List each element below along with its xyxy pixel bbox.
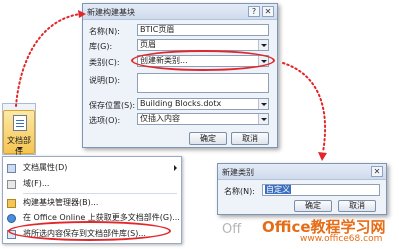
save-in-select-value: Building Blocks.dotx (140, 99, 222, 108)
name-label: 名称(N): (89, 27, 120, 36)
category-highlight (131, 50, 275, 71)
name-input[interactable]: BTIC页眉 (137, 24, 269, 36)
dialog-title: 新建构建基块 (87, 8, 135, 17)
new-building-block-dialog: 新建构建基块 ? ✕ 名称(N): BTIC页眉 库(G): 页眉 类别(C):… (82, 3, 278, 148)
chevron-down-icon[interactable] (258, 40, 268, 50)
chevron-down-icon (17, 147, 23, 150)
dialog-titlebar: 新建类别 ✕ (218, 164, 386, 180)
menu-item-field[interactable]: 域(F)... (3, 177, 181, 191)
close-button[interactable]: ✕ (262, 6, 274, 17)
site-url: www.office68.com (300, 234, 383, 244)
menu-separator (23, 193, 177, 194)
options-select[interactable]: 仅插入内容 (137, 113, 269, 125)
options-label: 选项(O): (89, 116, 121, 125)
quick-parts-button[interactable]: 文档部件 (3, 110, 35, 156)
menu-item-document-properties[interactable]: 文档属性(D) (3, 161, 181, 175)
category-label: 类别(C): (89, 58, 120, 67)
category-name-label: 名称(N): (224, 187, 255, 196)
document-properties-icon (7, 164, 16, 173)
field-icon (7, 180, 16, 189)
submenu-arrow-icon (174, 165, 177, 171)
save-in-select[interactable]: Building Blocks.dotx (137, 98, 269, 110)
gallery-select-value: 页眉 (140, 40, 156, 49)
chevron-down-icon[interactable] (258, 99, 268, 109)
arrow-menu-to-dialog (15, 13, 81, 107)
new-category-dialog: 新建类别 ✕ 名称(N): 自定义 确定 取消 (217, 163, 387, 215)
menu-item-label: 构建基块管理器(B)... (23, 198, 99, 207)
building-blocks-icon (7, 199, 16, 208)
ok-button[interactable]: 确定 (294, 200, 332, 212)
gallery-label: 库(G): (89, 42, 113, 51)
faint-watermark: Off (222, 222, 242, 237)
menu-item-label: 域(F)... (23, 179, 50, 188)
help-button[interactable]: ? (248, 6, 260, 17)
dialog-title: 新建类别 (222, 168, 254, 177)
cancel-button[interactable]: 取消 (338, 200, 376, 212)
category-name-value: 自定义 (265, 185, 291, 194)
menu-item-building-blocks-organizer[interactable]: 构建基块管理器(B)... (3, 196, 181, 210)
quick-parts-icon (13, 115, 27, 131)
quick-parts-label: 文档部件 (7, 136, 31, 156)
quick-parts-icon-lines (16, 120, 24, 121)
dialog-titlebar: 新建构建基块 ? ✕ (83, 4, 277, 20)
cancel-button[interactable]: 取消 (231, 132, 269, 145)
description-label: 说明(D): (89, 76, 121, 85)
office-online-icon (7, 214, 16, 223)
arrow-dialog-to-category (282, 62, 327, 153)
category-name-input[interactable]: 自定义 (262, 184, 380, 196)
save-in-label: 保存位置(S): (89, 101, 136, 110)
description-input[interactable] (137, 73, 269, 93)
options-select-value: 仅插入内容 (140, 114, 180, 123)
arrow-head-icon (318, 152, 327, 161)
menu-item-label: 文档属性(D) (23, 163, 68, 172)
ok-button[interactable]: 确定 (189, 132, 227, 145)
save-selection-highlight (8, 221, 171, 241)
chevron-down-icon[interactable] (258, 114, 268, 124)
name-input-value: BTIC页眉 (140, 25, 175, 34)
close-button[interactable]: ✕ (371, 166, 383, 177)
